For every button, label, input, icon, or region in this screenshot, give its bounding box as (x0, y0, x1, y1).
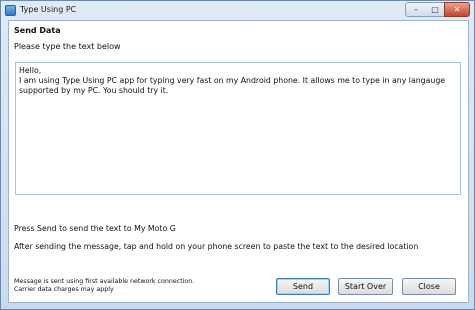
maximize-button[interactable]: □ (426, 2, 445, 17)
network-note-line1: Message is sent using first available ne… (14, 278, 195, 285)
page-title: Send Data (14, 26, 61, 35)
network-note-line2: Carrier data charges may apply (14, 286, 114, 293)
minimize-button[interactable]: – (405, 2, 427, 17)
message-textarea[interactable]: Hello, I am using Type Using PC app for … (15, 62, 461, 195)
send-button[interactable]: Send (276, 278, 330, 295)
start-over-button[interactable]: Start Over (338, 278, 393, 295)
paste-info-text: After sending the message, tap and hold … (14, 242, 419, 251)
instruction-label: Please type the text below (14, 42, 121, 51)
close-window-button[interactable]: ✕ (444, 2, 470, 17)
close-button[interactable]: Close (402, 278, 456, 295)
send-info-text: Press Send to send the text to My Moto G (14, 224, 176, 233)
app-icon (5, 5, 16, 16)
app-window: Type Using PC – □ ✕ Send Data Please typ… (0, 0, 475, 310)
content-area: Send Data Please type the text below Hel… (8, 20, 469, 303)
window-title: Type Using PC (20, 5, 77, 14)
title-bar[interactable]: Type Using PC – □ ✕ (1, 1, 474, 21)
network-note: Message is sent using first available ne… (14, 278, 194, 294)
